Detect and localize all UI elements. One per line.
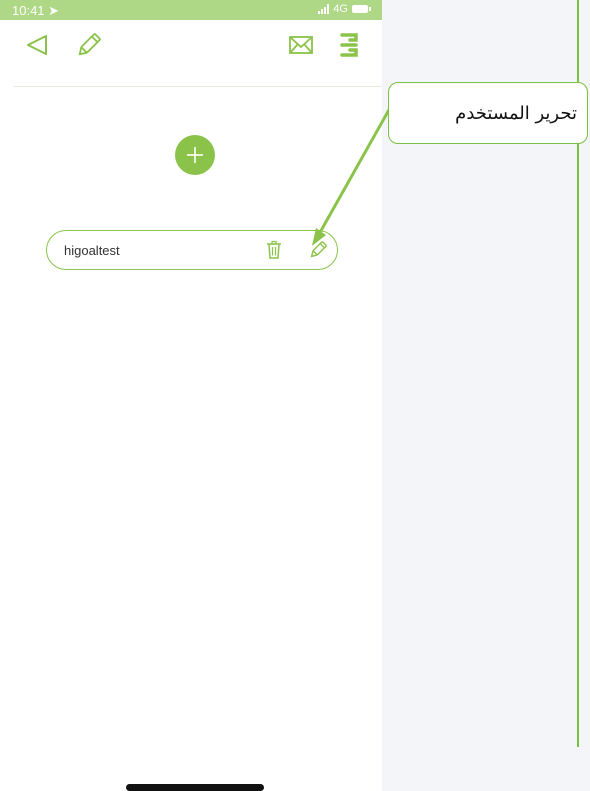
brand-logo-icon <box>340 33 358 57</box>
edit-user-button[interactable] <box>307 239 329 261</box>
pencil-icon <box>310 241 327 258</box>
battery-icon <box>352 5 371 13</box>
back-triangle-icon <box>27 35 47 55</box>
status-indicators: 4G <box>318 3 371 15</box>
home-indicator <box>126 784 264 791</box>
phone-screen: 10:41 ➤ 4G higoaltest <box>0 0 382 791</box>
plus-icon <box>187 147 203 163</box>
trash-icon <box>267 240 281 259</box>
app-logo[interactable] <box>332 28 366 62</box>
user-name: higoaltest <box>64 243 120 258</box>
signal-icon <box>318 4 330 14</box>
delete-user-button[interactable] <box>263 239 285 261</box>
back-button[interactable] <box>20 28 54 62</box>
edit-header-button[interactable] <box>72 28 106 62</box>
mail-button[interactable] <box>284 28 318 62</box>
envelope-icon <box>289 36 313 54</box>
user-list-item: higoaltest <box>46 230 338 270</box>
callout-label: تحرير المستخدم <box>455 103 577 124</box>
status-bar: 10:41 ➤ 4G <box>0 0 382 20</box>
pencil-icon <box>78 33 101 56</box>
app-header <box>0 20 382 86</box>
network-label: 4G <box>333 3 348 15</box>
header-divider <box>14 86 382 87</box>
status-time: 10:41 ➤ <box>12 3 60 18</box>
callout-box: تحرير المستخدم <box>388 82 588 144</box>
add-user-button[interactable] <box>175 135 215 175</box>
